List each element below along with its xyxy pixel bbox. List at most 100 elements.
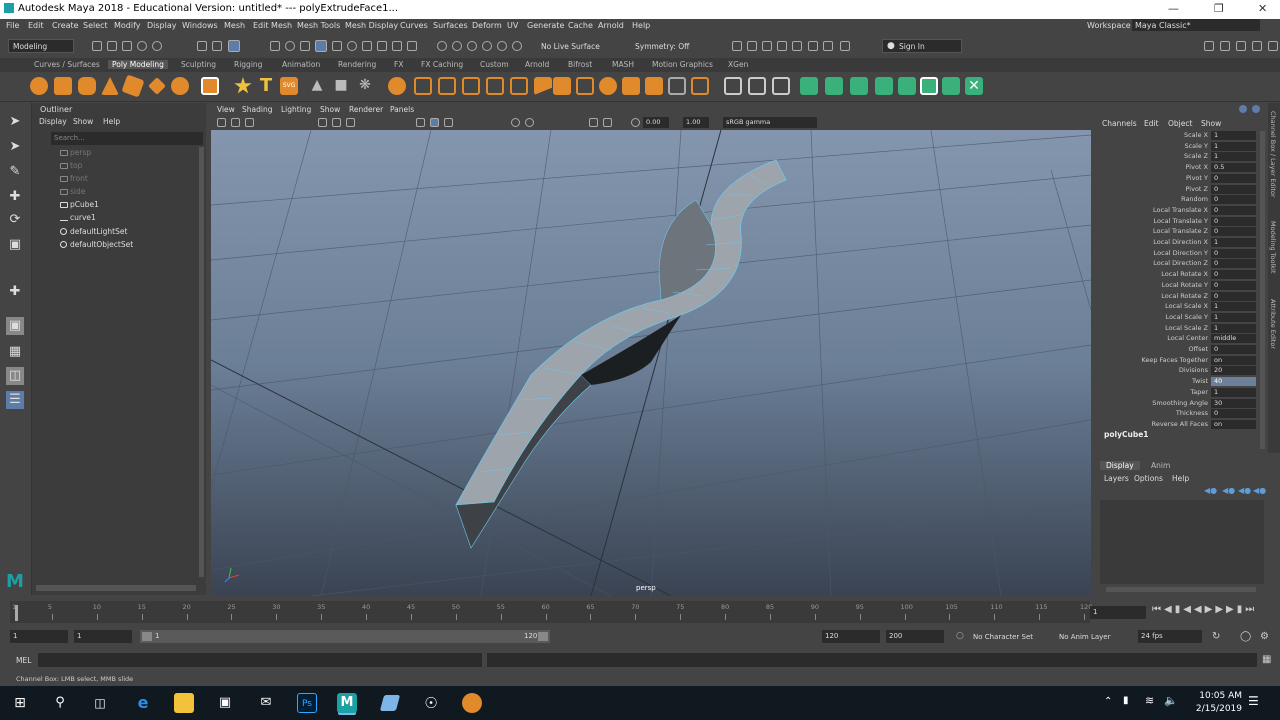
channel-value-field[interactable]: 0 <box>1211 409 1256 419</box>
edge-browser-icon[interactable]: e <box>133 693 153 713</box>
channel-label[interactable]: Scale Y <box>1184 142 1208 150</box>
channel-label[interactable]: Local Translate Z <box>1153 227 1208 235</box>
channel-value-field[interactable]: 0 <box>1211 205 1256 215</box>
menu-help[interactable]: Help <box>632 21 650 30</box>
channel-label[interactable]: Offset <box>1188 345 1208 353</box>
color-space-select[interactable]: sRGB gamma <box>723 117 817 128</box>
menu-file[interactable]: File <box>6 21 19 30</box>
close-icon[interactable]: ✕ <box>1258 2 1267 15</box>
outliner-item-front[interactable]: front <box>70 174 88 183</box>
side-by-side-icon[interactable]: ◫ <box>6 367 24 385</box>
range-end-handle[interactable] <box>538 632 548 641</box>
shelf-tab-curves-surfaces[interactable]: Curves / Surfaces <box>34 60 100 69</box>
file-explorer-icon[interactable] <box>174 693 194 713</box>
symmetrize-uv-icon[interactable] <box>942 77 960 95</box>
multi-component-icon[interactable] <box>315 40 327 52</box>
outliner-item-side[interactable]: side <box>70 187 85 196</box>
ambient-occlusion-icon[interactable] <box>525 118 534 127</box>
outliner-hscrollbar[interactable] <box>36 585 196 591</box>
fill-hole-icon[interactable] <box>486 77 504 95</box>
film-gate-icon[interactable] <box>332 118 341 127</box>
channel-label[interactable]: Local Translate X <box>1153 206 1208 214</box>
channel-value-field[interactable]: 1 <box>1211 131 1256 140</box>
preferences-icon[interactable]: ⚙ <box>1260 631 1269 642</box>
shelf-tab-fx[interactable]: FX <box>394 60 403 69</box>
viewport-menu-show[interactable]: Show <box>320 105 340 114</box>
channel-value-field[interactable]: 1 <box>1211 238 1256 247</box>
channel-label[interactable]: Reverse All Faces <box>1152 420 1208 428</box>
channel-value-field[interactable]: 0 <box>1211 345 1256 354</box>
menu-arnold[interactable]: Arnold <box>598 21 624 30</box>
layer-list[interactable] <box>1100 500 1264 584</box>
channel-label[interactable]: Divisions <box>1179 366 1208 374</box>
layer-menu-help[interactable]: Help <box>1172 474 1189 483</box>
select-component-icon[interactable] <box>228 40 240 52</box>
channel-label[interactable]: Pivot X <box>1186 163 1208 171</box>
channel-value-field[interactable]: 0 <box>1211 270 1256 280</box>
channel-box-toggle-icon[interactable] <box>1268 41 1278 51</box>
step-forward-key-icon[interactable]: ▶ <box>1215 604 1226 615</box>
sign-in-button[interactable]: ● Sign In <box>882 39 962 53</box>
channel-node-name[interactable]: polyCube1 <box>1104 430 1149 439</box>
channel-label[interactable]: Local Scale X <box>1165 302 1208 310</box>
channel-value-field[interactable]: 20 <box>1211 366 1256 376</box>
fps-select[interactable]: 24 fps <box>1138 630 1202 643</box>
viewport-menu-renderer[interactable]: Renderer <box>349 105 383 114</box>
battery-icon[interactable]: ▮ <box>1123 695 1129 706</box>
outliner-search-input[interactable]: Search... <box>51 132 203 145</box>
animation-end-field[interactable]: 200 <box>886 630 944 643</box>
outliner-menu-help[interactable]: Help <box>103 117 120 126</box>
menu-mesh-tools[interactable]: Mesh Tools <box>297 21 340 30</box>
wifi-icon[interactable]: ≋ <box>1145 694 1154 707</box>
ipr-render-icon[interactable] <box>762 41 772 51</box>
lock-icon[interactable] <box>392 41 402 51</box>
command-input[interactable] <box>38 653 482 667</box>
render-view-icon[interactable] <box>808 41 818 51</box>
sculpt-icon[interactable] <box>599 77 617 95</box>
rotate-tool-icon[interactable]: ⟳ <box>6 211 24 229</box>
layer-move-down-icon[interactable]: ◀● <box>1222 486 1235 495</box>
channel-label[interactable]: Random <box>1181 195 1208 203</box>
playback-start-field[interactable]: 1 <box>74 630 132 643</box>
uv-editor-icon[interactable] <box>800 77 818 95</box>
app-icon[interactable] <box>379 695 401 711</box>
pause-icon[interactable] <box>840 41 850 51</box>
magnet-icon[interactable] <box>437 41 447 51</box>
menu-mesh[interactable]: Mesh <box>224 21 245 30</box>
append-icon[interactable] <box>462 77 480 95</box>
store-icon[interactable]: ▣ <box>215 693 235 713</box>
shelf-tab-rendering[interactable]: Rendering <box>338 60 376 69</box>
channel-label[interactable]: Pivot Z <box>1186 185 1208 193</box>
workspace-select[interactable]: Maya Classic* <box>1132 19 1260 31</box>
channel-row[interactable]: Scale Z1 <box>1096 152 1264 162</box>
maya-taskbar-icon[interactable]: M <box>337 693 357 713</box>
open-scene-icon[interactable] <box>107 41 117 51</box>
channel-label[interactable]: Scale X <box>1184 131 1208 139</box>
shelf-tab-arnold[interactable]: Arnold <box>525 60 549 69</box>
range-bar[interactable]: 1 120 <box>140 630 550 643</box>
gamma-field[interactable]: 1.00 <box>683 117 709 128</box>
menu-mesh-display[interactable]: Mesh Display <box>345 21 398 30</box>
move-tool-icon[interactable]: ✚ <box>6 188 24 206</box>
textured-icon[interactable] <box>444 118 453 127</box>
svg-icon[interactable]: SVG <box>280 77 298 95</box>
poly-cube-icon[interactable] <box>54 77 72 95</box>
render-settings-icon[interactable] <box>777 41 787 51</box>
symmetry-label[interactable]: Symmetry: Off <box>635 42 689 51</box>
straighten-uv-icon[interactable] <box>898 77 916 95</box>
undo-icon[interactable] <box>137 41 147 51</box>
channel-menu-edit[interactable]: Edit <box>1144 119 1159 128</box>
vertex-mask-icon[interactable] <box>270 41 280 51</box>
channel-value-field[interactable]: 0.5 <box>1211 163 1256 173</box>
new-layer-selected-icon[interactable]: ◀● <box>1253 486 1266 495</box>
platonic-solid-icon[interactable] <box>201 77 219 95</box>
layer-tab-display[interactable]: Display <box>1100 461 1140 470</box>
channel-row[interactable]: Local Translate Z0 <box>1096 227 1264 237</box>
shelf-tab-poly-modeling[interactable]: Poly Modeling <box>108 60 168 69</box>
poly-cone-icon[interactable] <box>101 77 119 95</box>
channel-row[interactable]: Local Direction Y0 <box>1096 248 1264 259</box>
channel-value-field[interactable]: 1 <box>1211 323 1256 333</box>
channel-value-field[interactable]: 30 <box>1211 398 1256 408</box>
go-to-start-icon[interactable]: ⏮ <box>1152 604 1164 615</box>
poly-disc-icon[interactable] <box>171 77 189 95</box>
